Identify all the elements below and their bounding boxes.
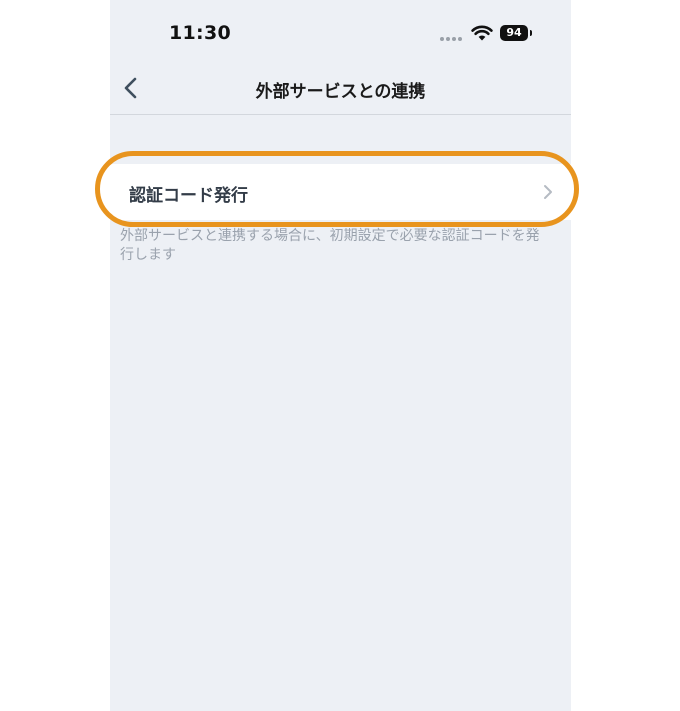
list-item-auth-code[interactable]: 認証コード発行 bbox=[110, 164, 571, 220]
chevron-right-icon bbox=[544, 185, 552, 199]
wifi-icon bbox=[471, 25, 493, 41]
signal-dots-icon bbox=[440, 37, 462, 41]
navigation-bar: 外部サービスとの連携 bbox=[110, 62, 571, 115]
status-time: 11:30 bbox=[169, 22, 231, 44]
app-screen: 11:30 94 外部サービスとの連携 認証コード発行 外部サービスと連携する場… bbox=[95, 0, 579, 711]
battery-tip bbox=[530, 30, 532, 36]
status-bar: 11:30 94 bbox=[110, 0, 571, 62]
page-title: 外部サービスとの連携 bbox=[255, 82, 426, 102]
footnote-text: 外部サービスと連携する場合に、初期設定で必要な認証コードを発行します bbox=[120, 228, 540, 263]
list-item-label: 認証コード発行 bbox=[129, 186, 248, 206]
battery-indicator: 94 bbox=[500, 25, 528, 41]
